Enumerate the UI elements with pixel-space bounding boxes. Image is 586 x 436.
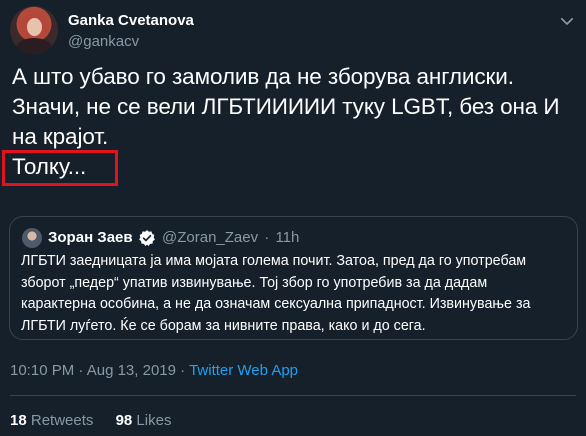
avatar[interactable] xyxy=(10,6,58,54)
retweets-label: Retweets xyxy=(30,412,94,429)
tweet-stats: 18 Retweets 98 Likes xyxy=(10,412,189,429)
highlight-box xyxy=(2,150,118,186)
meta-separator: · xyxy=(78,362,84,379)
quoted-time[interactable]: 11h xyxy=(275,229,299,246)
author-display-name[interactable]: Ganka Cvetanova xyxy=(68,12,194,29)
likes-label: Likes xyxy=(136,412,172,429)
quoted-avatar[interactable] xyxy=(22,228,42,248)
retweets-count: 18 xyxy=(10,412,27,429)
quoted-text-line: карактерна особина, а не да означам секс… xyxy=(21,296,531,312)
tweet-text-line: А што убаво го замолив да не зборува анг… xyxy=(12,64,514,89)
quoted-meta: @Zoran_Zaev · 11h xyxy=(162,229,301,246)
tweet-text-line: Значи, не се вели ЛГБТИИИИИ туку LGBT, б… xyxy=(12,94,560,119)
meta-separator: · xyxy=(180,362,186,379)
tweet-time[interactable]: 10:10 PM xyxy=(10,362,74,379)
tweet-date[interactable]: Aug 13, 2019 xyxy=(87,362,176,379)
retweets-stat[interactable]: 18 Retweets xyxy=(10,412,98,429)
tweet-source-link[interactable]: Twitter Web App xyxy=(189,362,298,379)
tweet-header: Ganka Cvetanova @gankacv xyxy=(10,6,576,54)
chevron-down-icon[interactable] xyxy=(558,12,576,30)
quoted-text-line: зборот „педер“ упатив извинување. Тој зб… xyxy=(21,274,488,291)
quoted-separator: · xyxy=(264,229,270,246)
likes-count: 98 xyxy=(115,412,133,429)
quoted-text-line: ЛГБТИ луѓето. Ќе се борам за нивните пра… xyxy=(21,317,426,334)
tweet-text-line: на крајот. xyxy=(12,124,109,149)
tweet-timestamp: 10:10 PM · Aug 13, 2019 · Twitter Web Ap… xyxy=(10,362,298,379)
quoted-tweet[interactable]: Зоран Заев @Zoran_Zaev · 11h ЛГБТИ заедн… xyxy=(9,216,578,340)
verified-badge-icon xyxy=(139,230,155,246)
author-handle[interactable]: @gankacv xyxy=(68,33,139,50)
tweet-card: Ganka Cvetanova @gankacv А што убаво го … xyxy=(0,0,586,436)
avatar-body xyxy=(16,38,52,54)
quoted-display-name[interactable]: Зоран Заев xyxy=(48,229,133,246)
likes-stat[interactable]: 98 Likes xyxy=(116,412,172,429)
divider xyxy=(10,395,576,396)
quoted-handle[interactable]: @Zoran_Zaev xyxy=(162,229,258,246)
quoted-text-line: ЛГБТИ заедницата ја има мојата голема по… xyxy=(21,253,527,269)
quoted-text: ЛГБТИ заедницата ја има мојата голема по… xyxy=(21,251,571,337)
avatar-face xyxy=(27,18,42,36)
